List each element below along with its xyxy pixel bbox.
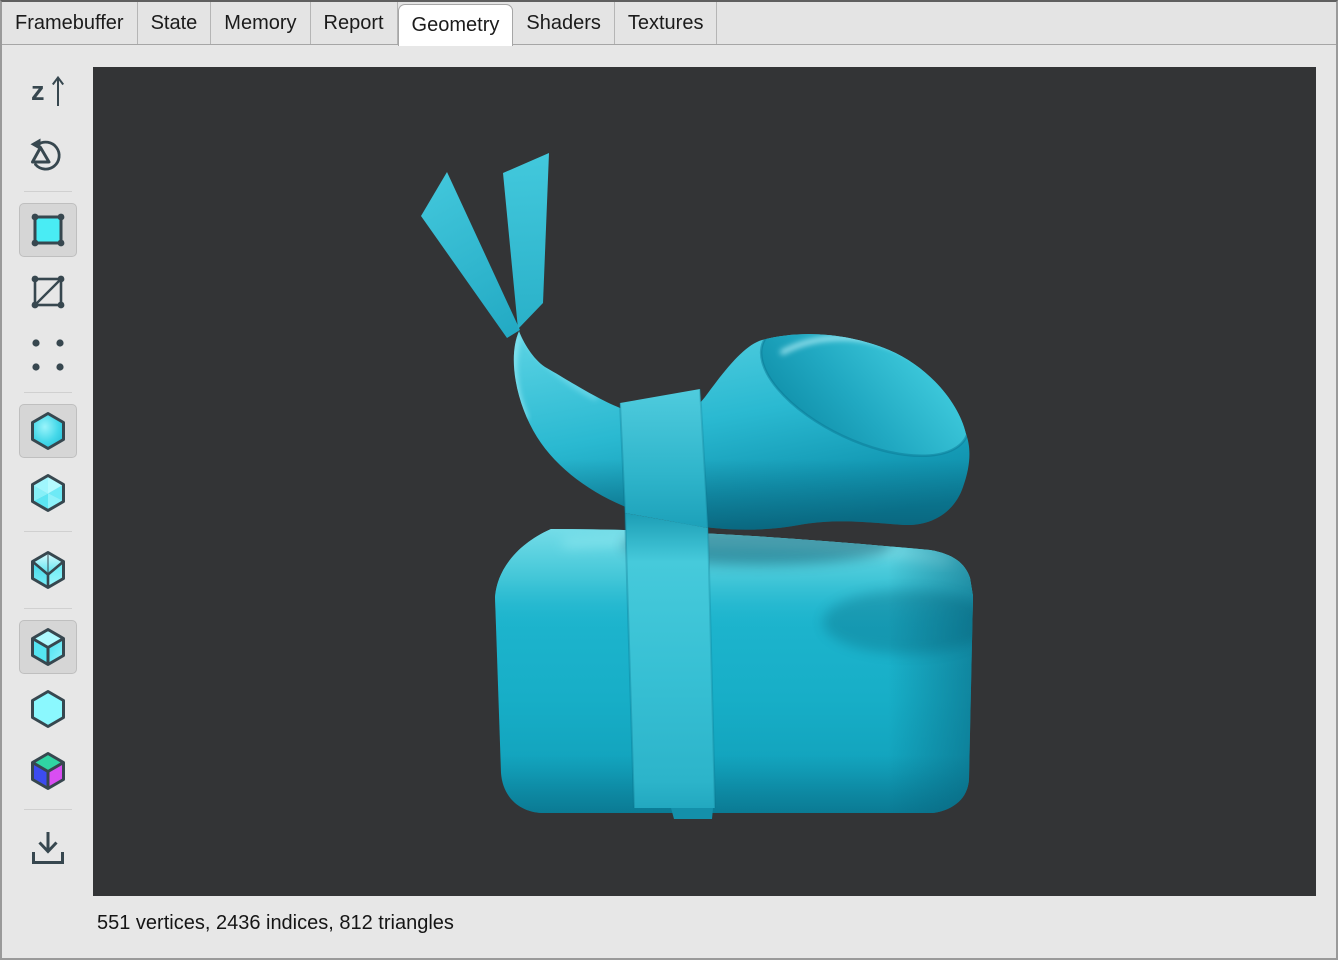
toolbar-button-open-cube[interactable] [19,543,77,597]
toolbar-separator [24,392,72,393]
model-gift-box [488,517,993,822]
toolbar-group [19,821,77,875]
toolbar-button-wireframe-quad[interactable] [19,265,77,319]
tab-textures[interactable]: Textures [615,2,718,44]
toolbar-group: z [19,64,77,180]
z-axis-up-icon: z [26,69,70,113]
tab-geometry[interactable]: Geometry [398,4,514,46]
toolbar-button-z-axis-up[interactable]: z [19,64,77,118]
svg-text:z: z [31,76,45,106]
toolbar-separator [24,809,72,810]
toolbar-group [19,404,77,520]
toolbar-button-hexagon[interactable] [19,682,77,736]
colored-faces-cube-icon [26,749,70,793]
toolbar-button-filled-quad[interactable] [19,203,77,257]
filled-quad-icon [26,208,70,252]
flat-shaded-cube-icon [26,471,70,515]
toolbar-button-rotate-view[interactable] [19,126,77,180]
toolbar-button-flat-shaded-cube[interactable] [19,466,77,520]
tab-report[interactable]: Report [311,2,398,44]
tab-shaders[interactable]: Shaders [513,2,615,44]
toolbar-separator [24,608,72,609]
smooth-shaded-cube-icon [26,409,70,453]
tab-memory[interactable]: Memory [211,2,310,44]
toolbar-button-edged-cube[interactable] [19,620,77,674]
export-icon [26,826,70,870]
toolbar-button-colored-faces-cube[interactable] [19,744,77,798]
toolbar-button-export[interactable] [19,821,77,875]
status-bar: 551 vertices, 2436 indices, 812 triangle… [97,901,1312,945]
rotate-view-icon [26,131,70,175]
tab-state[interactable]: State [138,2,212,44]
model-horn [498,295,988,547]
toolbar-separator [24,531,72,532]
edged-cube-icon [26,625,70,669]
geometry-viewport[interactable] [93,67,1316,896]
toolbar-group [19,620,77,798]
geometry-stats-text: 551 vertices, 2436 indices, 812 triangle… [97,912,454,935]
toolbar: z [2,46,93,958]
tab-bar: FramebufferStateMemoryReportGeometryShad… [2,2,1336,45]
model-ribbon-band [620,389,715,819]
open-cube-icon [26,548,70,592]
toolbar-button-points[interactable] [19,327,77,381]
toolbar-group [19,203,77,381]
model-ribbon-tails [421,153,549,338]
wireframe-quad-icon [26,270,70,314]
toolbar-button-smooth-shaded-cube[interactable] [19,404,77,458]
points-icon [26,332,70,376]
model-3d-svg [93,67,1316,896]
tab-framebuffer[interactable]: Framebuffer [2,2,138,44]
toolbar-separator [24,191,72,192]
toolbar-group [19,543,77,597]
debugger-window: FramebufferStateMemoryReportGeometryShad… [0,0,1338,960]
hexagon-icon [26,687,70,731]
